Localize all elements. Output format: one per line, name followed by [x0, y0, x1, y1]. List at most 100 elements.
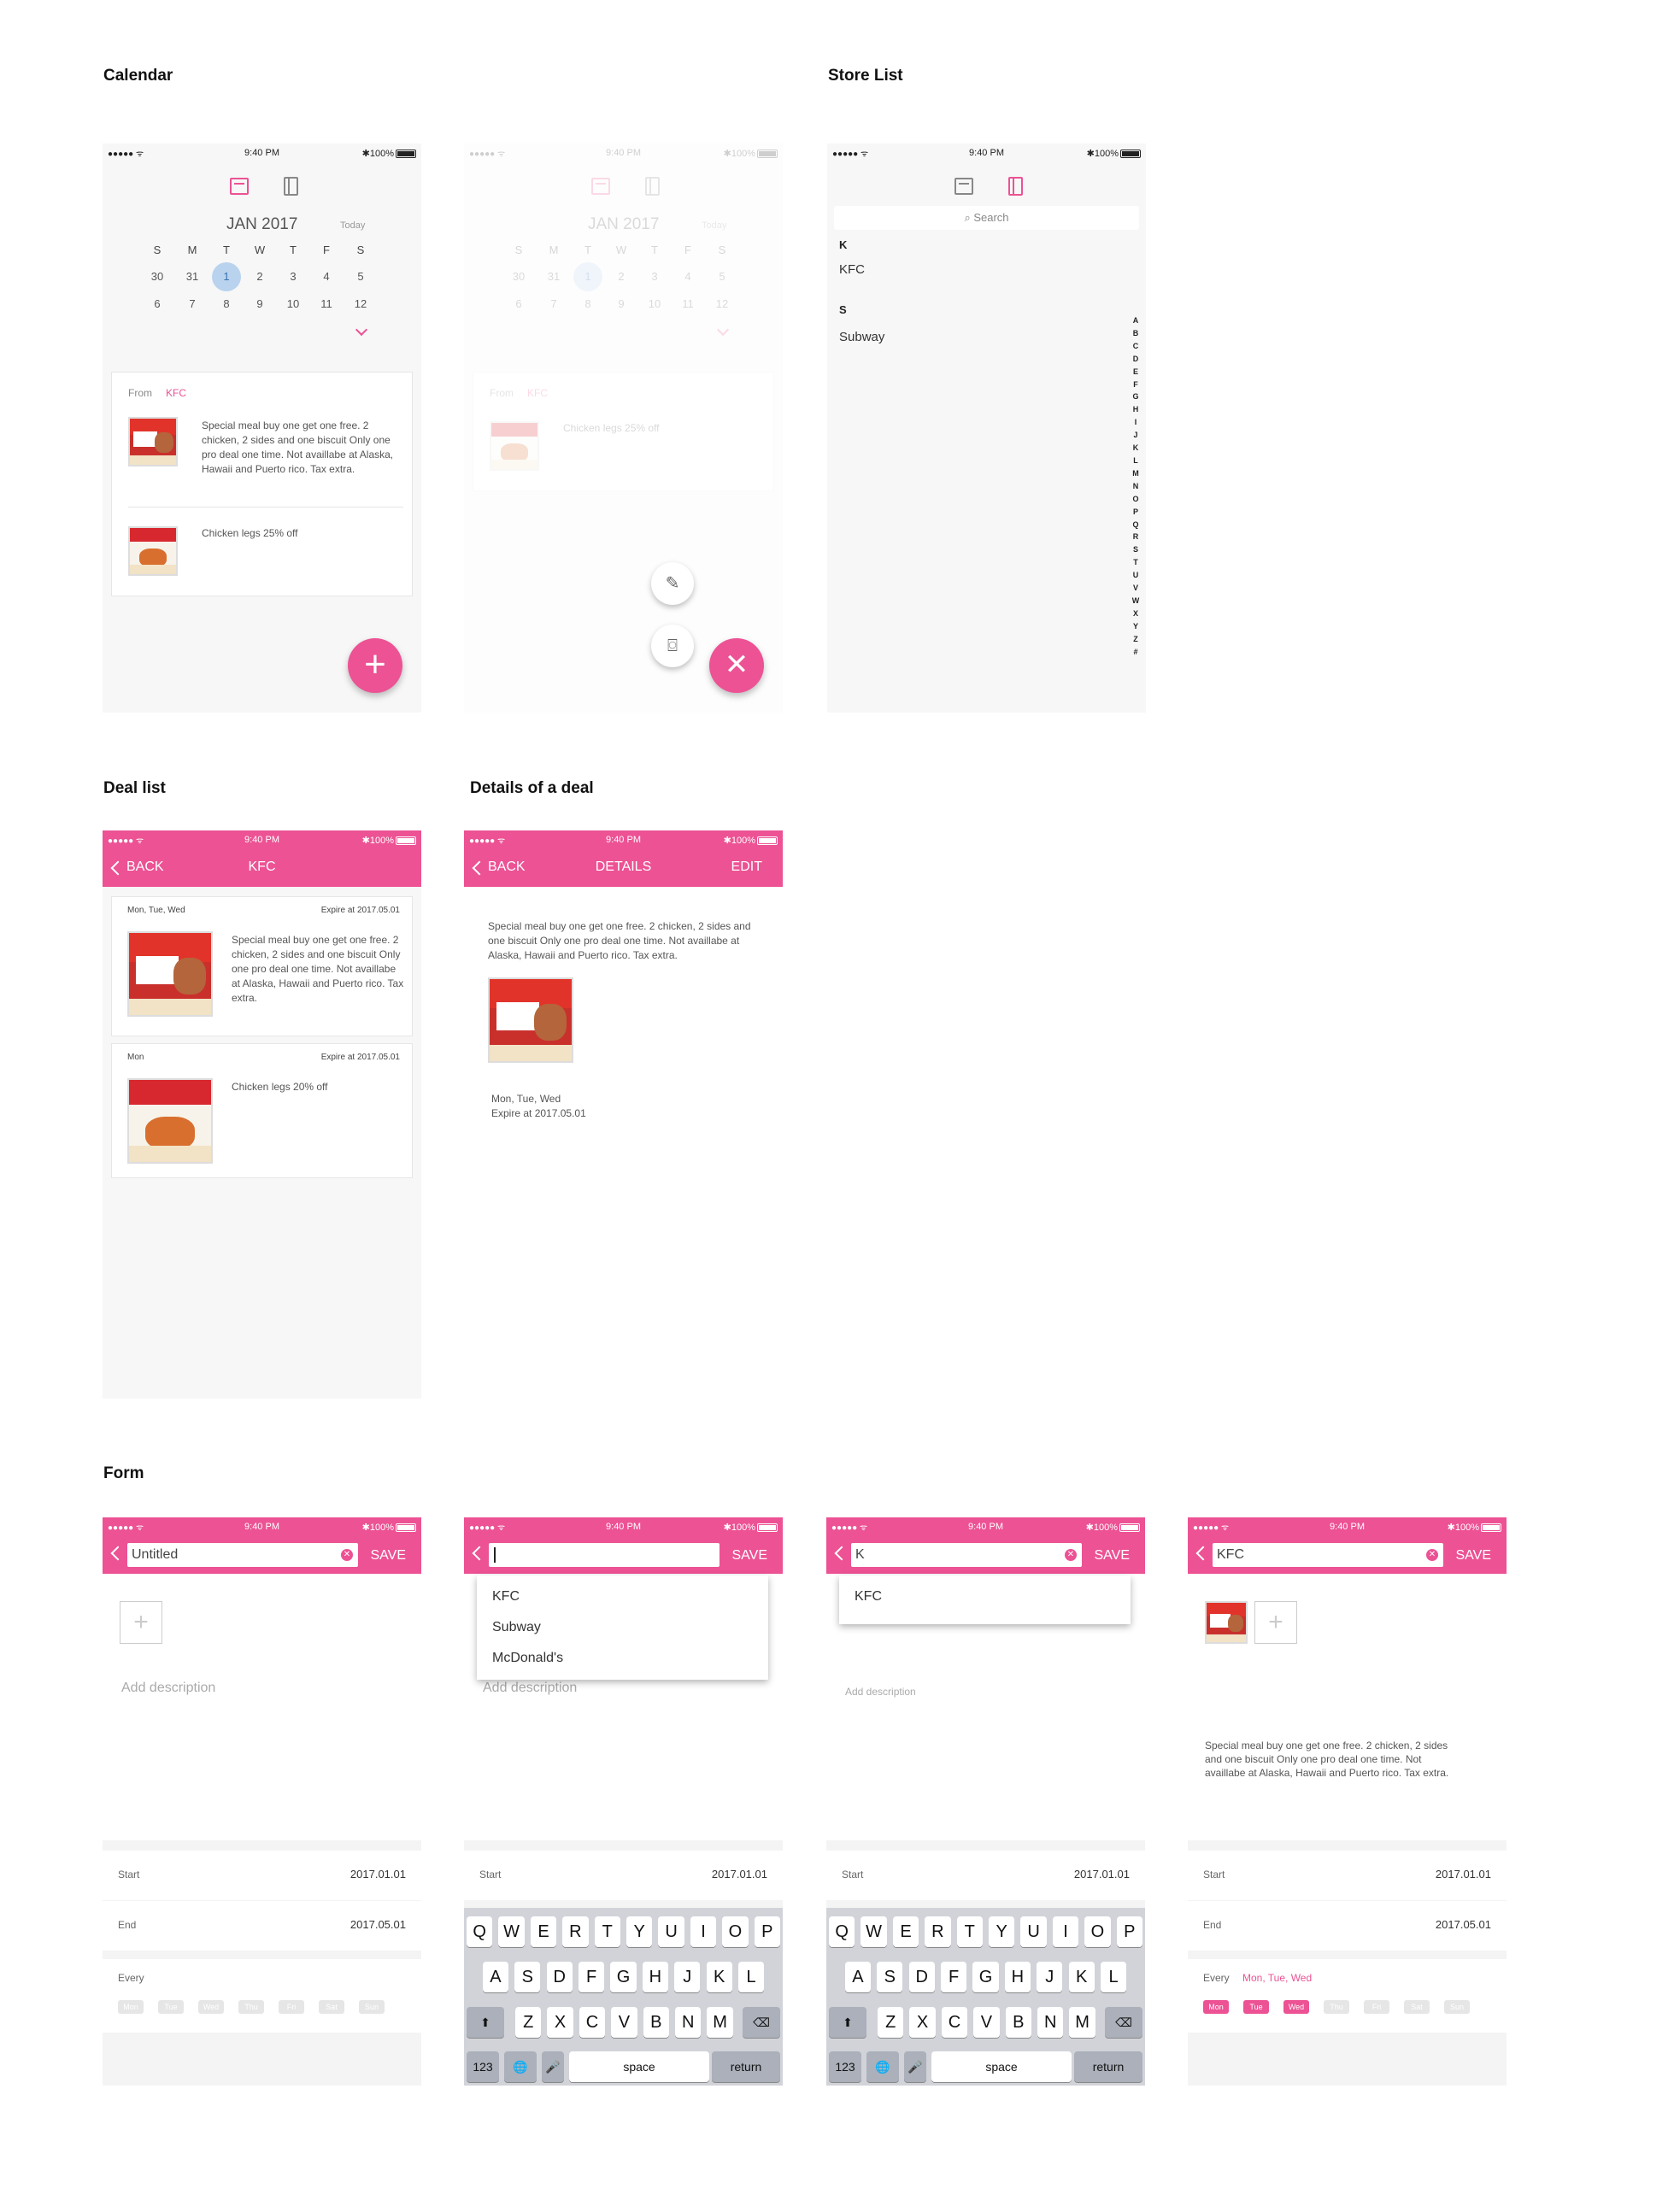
calendar-day[interactable]: 6 [143, 290, 172, 319]
key[interactable]: L [1100, 1962, 1127, 1992]
today-button[interactable]: Today [340, 220, 365, 231]
key[interactable]: A [482, 1962, 509, 1992]
start-row[interactable]: Start 2017.01.01 [1188, 1851, 1507, 1900]
dim-overlay[interactable] [464, 144, 783, 713]
key[interactable]: C [579, 2007, 606, 2038]
day-chip[interactable]: Sat [319, 2000, 344, 2014]
key[interactable]: Y [626, 1916, 653, 1947]
key[interactable]: P [1116, 1916, 1142, 1947]
return-key[interactable]: return [1074, 2051, 1142, 2082]
key[interactable]: M [707, 2007, 733, 2038]
alphabet-letter[interactable]: R [1131, 531, 1141, 543]
alphabet-letter[interactable]: A [1131, 314, 1141, 327]
key[interactable]: X [547, 2007, 573, 2038]
key[interactable]: N [675, 2007, 702, 2038]
key[interactable]: N [1037, 2007, 1064, 2038]
return-key[interactable]: return [712, 2051, 780, 2082]
calendar-day-selected[interactable]: 1 [212, 262, 241, 291]
key[interactable]: J [1037, 1962, 1063, 1992]
day-chip-selected[interactable]: Tue [1243, 2000, 1269, 2014]
alphabet-letter[interactable]: S [1131, 543, 1141, 556]
start-value[interactable]: 2017.01.01 [1436, 1868, 1491, 1880]
suggestion-item[interactable]: KFC [492, 1589, 520, 1605]
key[interactable]: T [594, 1916, 620, 1947]
space-key[interactable]: space [931, 2051, 1072, 2082]
save-button[interactable]: SAVE [1095, 1548, 1131, 1564]
deal-card[interactable]: Mon Expire at 2017.05.01 Chicken legs 20… [111, 1043, 413, 1178]
end-value[interactable]: 2017.05.01 [350, 1918, 406, 1931]
alphabet-index[interactable]: A B C D E F G H I J K L M N O P Q R S T U V W X Y Z # [1131, 314, 1141, 658]
save-button[interactable]: SAVE [732, 1548, 768, 1564]
key[interactable]: I [690, 1916, 717, 1947]
alphabet-letter[interactable]: X [1131, 607, 1141, 620]
alphabet-letter[interactable]: Q [1131, 519, 1141, 531]
key[interactable]: F [578, 1962, 605, 1992]
end-row[interactable]: End 2017.05.01 [1188, 1901, 1507, 1951]
key[interactable]: J [674, 1962, 701, 1992]
deal-image[interactable] [127, 931, 213, 1017]
alphabet-letter[interactable]: F [1131, 378, 1141, 391]
key[interactable]: B [1005, 2007, 1031, 2038]
key[interactable]: C [941, 2007, 968, 2038]
key[interactable]: L [737, 1962, 765, 1992]
alphabet-letter[interactable]: # [1131, 646, 1141, 659]
key[interactable]: I [1052, 1916, 1079, 1947]
deal-description[interactable]: Special meal buy one get one free. 2 chi… [202, 419, 403, 477]
day-chip[interactable]: Sat [1404, 2000, 1430, 2014]
alphabet-letter[interactable]: V [1131, 582, 1141, 595]
key[interactable]: G [610, 1962, 637, 1992]
alphabet-letter[interactable]: I [1131, 416, 1141, 429]
alphabet-letter[interactable]: G [1131, 390, 1141, 403]
calendar-day[interactable]: 9 [245, 290, 274, 319]
globe-key[interactable]: 🌐 [866, 2051, 899, 2082]
calendar-day[interactable]: 3 [279, 262, 308, 291]
calendar-day[interactable]: 7 [178, 290, 207, 319]
save-button[interactable]: SAVE [1456, 1548, 1492, 1564]
alphabet-letter[interactable]: O [1131, 493, 1141, 506]
key[interactable]: X [909, 2007, 936, 2038]
alphabet-letter[interactable]: N [1131, 480, 1141, 493]
key[interactable]: Z [878, 2007, 904, 2038]
calendar-day[interactable]: 12 [346, 290, 375, 319]
key[interactable]: S [877, 1962, 903, 1992]
start-row[interactable]: Start 2017.01.01 [464, 1851, 783, 1900]
calendar-day[interactable]: 5 [346, 262, 375, 291]
key[interactable]: Y [989, 1916, 1015, 1947]
start-row[interactable]: Start 2017.01.01 [103, 1851, 421, 1900]
calendar-day[interactable]: 10 [279, 290, 308, 319]
key[interactable]: A [844, 1962, 872, 1992]
alphabet-letter[interactable]: U [1131, 569, 1141, 582]
save-button[interactable]: SAVE [371, 1548, 407, 1564]
day-chip-selected[interactable]: Mon [1203, 2000, 1229, 2014]
numbers-key[interactable]: 123 [829, 2051, 861, 2082]
key[interactable]: G [972, 1962, 999, 1992]
alphabet-letter[interactable]: Y [1131, 620, 1141, 633]
alphabet-letter[interactable]: M [1131, 467, 1141, 480]
description-input[interactable]: Add description [121, 1681, 215, 1696]
key[interactable]: F [940, 1962, 967, 1992]
key[interactable]: R [562, 1916, 589, 1947]
day-chip[interactable]: Sun [359, 2000, 385, 2014]
store-name-input[interactable] [489, 1543, 720, 1567]
start-value[interactable]: 2017.01.01 [1074, 1868, 1130, 1880]
space-key[interactable]: space [569, 2051, 709, 2082]
key[interactable]: V [973, 2007, 1000, 2038]
clear-icon[interactable]: ✕ [1426, 1549, 1438, 1561]
alphabet-letter[interactable]: B [1131, 327, 1141, 340]
store-item-subway[interactable]: Subway [839, 330, 884, 344]
key[interactable]: T [956, 1916, 983, 1947]
alphabet-letter[interactable]: K [1131, 442, 1141, 455]
key[interactable]: W [498, 1916, 525, 1947]
key[interactable]: W [860, 1916, 887, 1947]
deal-image[interactable] [488, 977, 573, 1063]
key[interactable]: S [514, 1962, 541, 1992]
end-value[interactable]: 2017.05.01 [1436, 1918, 1491, 1931]
day-chip[interactable]: Thu [238, 2000, 264, 2014]
calendar-tab-icon[interactable] [954, 178, 973, 195]
key[interactable]: R [925, 1916, 951, 1947]
key[interactable]: Q [829, 1916, 855, 1947]
description-input[interactable]: Special meal buy one get one free. 2 chi… [1205, 1739, 1461, 1780]
calendar-day[interactable]: 4 [312, 262, 341, 291]
calendar-day[interactable]: 30 [143, 262, 172, 291]
calendar-day[interactable]: 2 [245, 262, 274, 291]
